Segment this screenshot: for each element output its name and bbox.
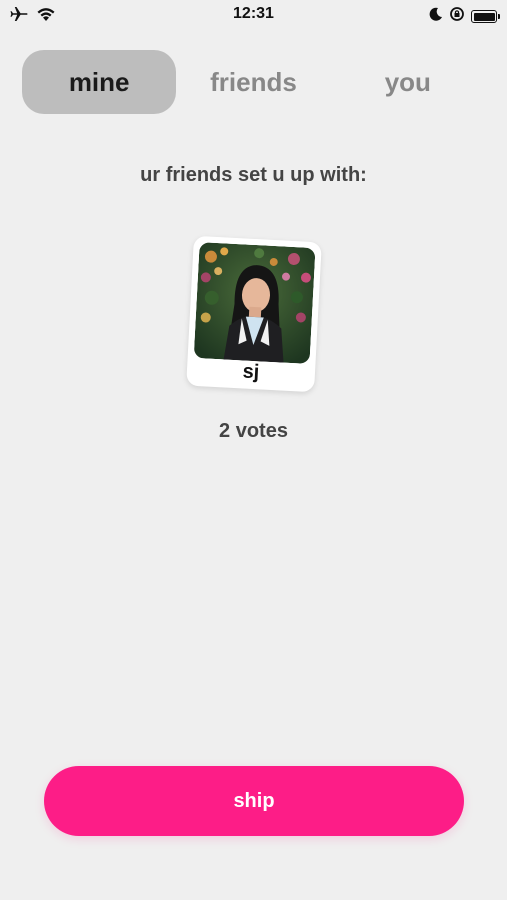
status-right [429,6,500,27]
orientation-lock-icon [449,6,465,27]
moon-icon [429,7,443,26]
match-card[interactable]: sj [186,235,322,393]
tab-mine[interactable]: mine [22,50,177,114]
vote-count: 2 votes [219,420,288,442]
status-bar: 12:31 [0,0,507,30]
tab-bar: mine friends you [22,50,485,114]
battery-icon [471,10,500,23]
profile-photo [193,242,316,364]
ship-button[interactable]: ship [44,766,464,836]
tab-friends[interactable]: friends [176,50,330,114]
tab-you[interactable]: you [331,50,485,114]
headline: ur friends set u up with: [140,164,367,186]
screen: 12:31 mine friends you ur friends set u … [0,0,507,900]
